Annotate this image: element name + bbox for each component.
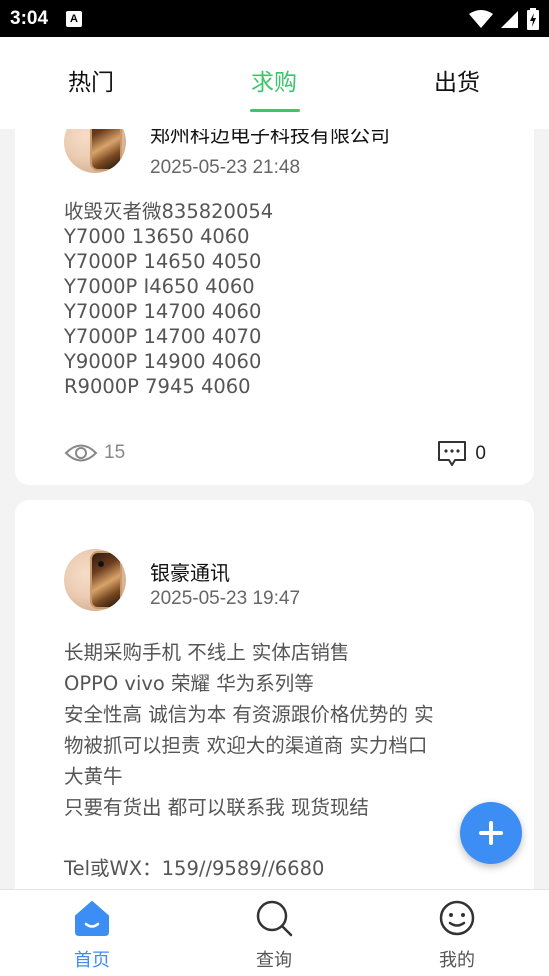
status-icons [469, 7, 539, 30]
status-time: 3:04 [10, 7, 49, 29]
notification-a-icon: A [66, 10, 83, 27]
comment-count[interactable]: 0 [437, 440, 486, 468]
nav-profile-label: 我的 [439, 950, 475, 971]
home-icon [75, 901, 109, 936]
eye-icon [64, 444, 98, 462]
nav-home-label: 首页 [74, 950, 110, 971]
nav-search[interactable]: 查询 [214, 890, 334, 976]
comment-icon [438, 441, 467, 466]
post-body: 收毁灭者微835820054 Y7000 13650 4060 Y7000P 1… [64, 200, 274, 398]
post-time: 2025-05-23 19:47 [150, 588, 301, 609]
post-author: 郑州科迈电子科技有限公司 [150, 129, 390, 147]
top-tab-bar: 热门 求购 出货 [0, 37, 549, 129]
view-count-value: 15 [104, 442, 126, 463]
signal-icon [501, 10, 518, 28]
post-contact: Tel或WX：159//9589//6680 [64, 857, 325, 880]
comment-count-value: 0 [475, 443, 486, 464]
wifi-icon [469, 9, 493, 28]
battery-icon [527, 7, 539, 30]
post-feed[interactable]: 郑州科迈电子科技有限公司 2025-05-23 21:48 收毁灭者微83582… [0, 129, 549, 889]
plus-icon [479, 821, 503, 845]
nav-profile[interactable]: 我的 [397, 890, 517, 976]
view-count: 15 [64, 442, 125, 464]
status-bar: 3:04 A [0, 0, 549, 37]
nav-search-label: 查询 [256, 950, 292, 971]
bottom-nav: 首页 查询 我的 [0, 889, 549, 976]
post-body: 长期采购手机 不线上 实体店销售 OPPO vivo 荣耀 华为系列等 安全性高… [64, 641, 434, 819]
active-tab-indicator [250, 109, 300, 112]
post-card[interactable]: 郑州科迈电子科技有限公司 2025-05-23 21:48 收毁灭者微83582… [15, 129, 534, 485]
smile-icon [439, 900, 475, 936]
tab-sell[interactable]: 出货 [434, 63, 480, 97]
nav-home[interactable]: 首页 [32, 890, 152, 976]
tab-hot[interactable]: 热门 [68, 63, 114, 97]
tab-buy-requests[interactable]: 求购 [251, 63, 297, 97]
post-card[interactable]: 银豪通讯 2025-05-23 19:47 长期采购手机 不线上 实体店销售 O… [15, 500, 534, 889]
avatar[interactable] [64, 549, 126, 611]
search-icon [256, 900, 293, 937]
add-post-button[interactable] [460, 802, 522, 864]
post-author: 银豪通讯 [150, 561, 230, 585]
avatar[interactable] [64, 129, 126, 173]
post-time: 2025-05-23 21:48 [150, 157, 301, 178]
